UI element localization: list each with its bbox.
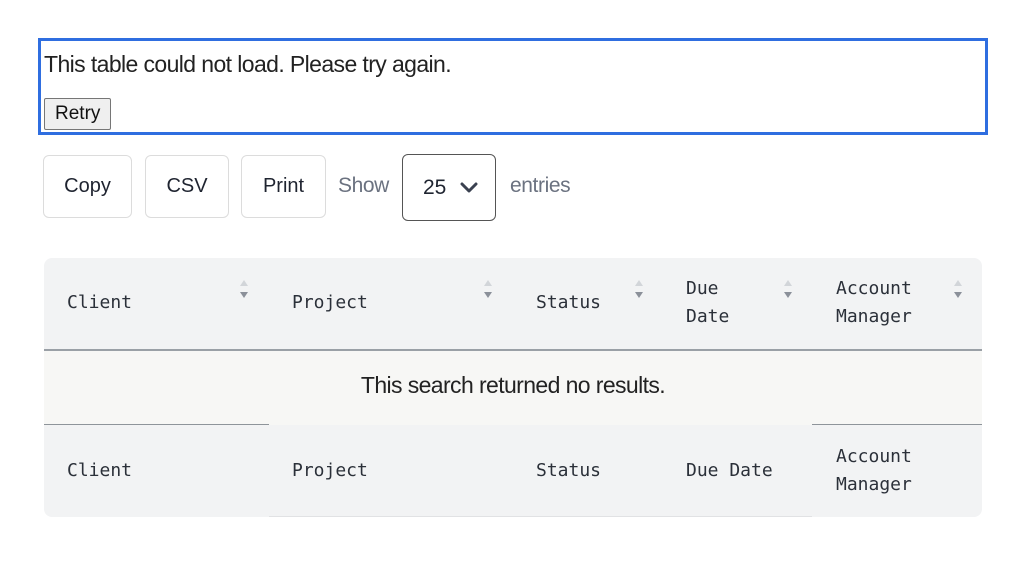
column-header-client[interactable]: Client — [67, 289, 132, 317]
column-header-project[interactable]: Project — [292, 289, 368, 317]
empty-row: This search returned no results. — [44, 351, 982, 425]
column-header-status[interactable]: Status — [536, 289, 601, 317]
data-table: Client Project Status Due Date Account M… — [44, 258, 982, 517]
csv-button[interactable]: CSV — [145, 155, 229, 218]
page-length-value: 25 — [423, 176, 447, 199]
error-alert: This table could not load. Please try ag… — [38, 38, 988, 135]
print-button[interactable]: Print — [241, 155, 326, 218]
copy-button[interactable]: Copy — [43, 155, 132, 218]
empty-message: This search returned no results. — [360, 372, 666, 398]
sort-arrows-icon[interactable] — [483, 279, 493, 305]
footer-header-status: Status — [536, 460, 602, 481]
sort-arrows-icon[interactable] — [239, 279, 249, 305]
entries-label: entries — [510, 174, 571, 197]
sort-arrows-icon[interactable] — [953, 279, 963, 305]
sort-arrows-icon[interactable] — [783, 279, 793, 305]
footer-header-account-manager: Account Manager — [836, 446, 912, 495]
column-header-account-manager[interactable]: Account Manager — [836, 275, 912, 331]
retry-button[interactable]: Retry — [44, 98, 112, 130]
chevron-down-icon — [460, 182, 478, 193]
page-length-select[interactable]: 25 — [402, 154, 496, 221]
footer-header-project: Project — [292, 460, 368, 481]
footer-header-client: Client — [67, 460, 133, 481]
show-label: Show — [338, 174, 389, 197]
footer-divider — [44, 424, 269, 425]
footer-divider — [812, 424, 982, 425]
error-message: This table could not load. Please try ag… — [44, 51, 452, 77]
column-header-due-date[interactable]: Due Date — [686, 275, 729, 331]
sort-arrows-icon[interactable] — [634, 279, 644, 305]
footer-header-due-date: Due Date — [686, 460, 773, 481]
